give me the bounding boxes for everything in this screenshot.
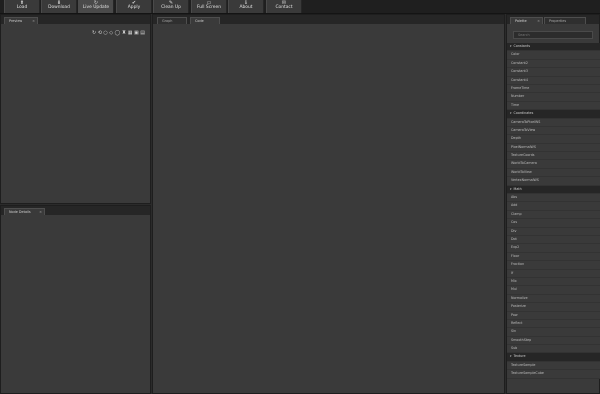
full-screen-button-label: Full Screen — [197, 5, 221, 10]
palette-item[interactable]: Floor — [507, 252, 600, 262]
apply-button-label: Apply — [127, 5, 141, 10]
apply-button[interactable]: ✔ Apply — [116, 0, 152, 13]
palette-item[interactable]: Clamp — [507, 210, 600, 220]
palette-tabbar: Palette × Properties — [507, 15, 599, 24]
palette-category-coordinates[interactable]: ▾ Coordinates — [507, 110, 600, 119]
close-icon[interactable]: × — [39, 209, 42, 215]
palette-item[interactable]: Time — [507, 101, 600, 111]
palette-item[interactable]: Color — [507, 51, 600, 60]
palette-item[interactable]: Abs — [507, 194, 600, 203]
palette-item[interactable]: FrameTime — [507, 84, 600, 94]
preview-toolbar: ↻ ⟲ ○ ◇ ◯ ♜ ▦ ▣ ▤ — [92, 30, 145, 36]
palette-item[interactable]: Constant2 — [507, 59, 600, 69]
tab-node-details-label: Node Details — [9, 210, 31, 214]
tab-graph-label: Graph — [162, 19, 173, 23]
close-icon[interactable]: × — [32, 18, 35, 24]
palette-item[interactable]: Reflect — [507, 319, 600, 329]
palette-item[interactable]: SmoothStep — [507, 336, 600, 346]
category-label: Texture — [513, 354, 526, 359]
palette-item[interactable]: Normalize — [507, 294, 600, 304]
main-toolbar: ⬆ Load ⬇ Download ↻ Live Update ✔ Apply … — [0, 0, 600, 14]
circle-icon[interactable]: ◯ — [115, 30, 121, 36]
palette-item[interactable]: Mul — [507, 286, 600, 295]
tab-code-label: Code — [195, 19, 204, 23]
about-button[interactable]: ℹ About — [228, 0, 264, 13]
palette-item[interactable]: TextureSample — [507, 361, 600, 371]
clean-up-button-label: Clean Up — [161, 5, 181, 10]
palette-item[interactable]: Number — [507, 93, 600, 102]
chevron-down-icon: ▾ — [510, 111, 512, 116]
tab-code[interactable]: Code — [190, 17, 220, 24]
reload-icon[interactable]: ↻ — [92, 30, 96, 36]
folder-icon[interactable]: ▤ — [140, 30, 145, 36]
image-icon[interactable]: ▣ — [134, 30, 139, 36]
palette-item[interactable]: Sub — [507, 345, 600, 354]
palette-item[interactable]: Constant3 — [507, 68, 600, 77]
palette-item[interactable]: Depth — [507, 135, 600, 144]
category-label: Coordinates — [513, 111, 534, 116]
palette-item[interactable]: PixelNormalWS — [507, 143, 600, 153]
tab-palette-label: Palette — [515, 19, 527, 23]
sphere-icon[interactable]: ○ — [103, 30, 107, 36]
tab-preview-label: Preview — [9, 19, 23, 23]
load-button-label: Load — [16, 5, 28, 10]
tab-palette[interactable]: Palette × — [510, 17, 543, 24]
load-button[interactable]: ⬆ Load — [4, 0, 40, 13]
palette-item[interactable]: If — [507, 269, 600, 278]
full-screen-button[interactable]: ▭ Full Screen — [191, 0, 227, 13]
palette-category-math[interactable]: ▾ Math — [507, 185, 600, 195]
palette-item[interactable]: Dot — [507, 235, 600, 245]
clean-up-button[interactable]: ✎ Clean Up — [153, 0, 189, 13]
search-input[interactable]: Search — [513, 31, 593, 39]
node-details-tabbar: Node Details × — [1, 206, 150, 215]
download-button[interactable]: ⬇ Download — [41, 0, 77, 13]
category-label: Constants — [513, 44, 531, 48]
palette-item[interactable]: CameraToView — [507, 126, 600, 136]
rotate-icon[interactable]: ⟲ — [98, 30, 102, 36]
tab-graph[interactable]: Graph — [157, 17, 187, 24]
palette-item[interactable]: WorldToCamera — [507, 160, 600, 169]
palette-node-list: ▾ Constants Color Constant2 Constant3 Constan… — [507, 43, 600, 379]
chevron-down-icon: ▾ — [510, 186, 512, 191]
palette-item[interactable]: TextureCoords — [507, 152, 600, 161]
palette-item[interactable]: Posterize — [507, 303, 600, 312]
palette-item[interactable]: TextureSampleCube — [507, 370, 600, 379]
download-button-label: Download — [48, 5, 70, 10]
palette-item[interactable]: Mix — [507, 277, 600, 287]
cube-icon[interactable]: ◇ — [109, 30, 113, 36]
palette-item[interactable]: Cos — [507, 219, 600, 228]
chevron-down-icon: ▾ — [510, 44, 512, 48]
preview-panel: Preview × — [0, 14, 151, 204]
palette-item[interactable]: Constant4 — [507, 76, 600, 85]
palette-category-texture[interactable]: ▾ Texture — [507, 353, 600, 362]
tab-node-details[interactable]: Node Details × — [4, 208, 45, 215]
contact-button[interactable]: ✉ Contact — [266, 0, 302, 13]
palette-item[interactable]: Fraction — [507, 261, 600, 270]
palette-category-constants[interactable]: ▾ Constants — [507, 43, 600, 52]
teapot-icon[interactable]: ♜ — [122, 30, 126, 36]
contact-button-label: Contact — [275, 5, 293, 10]
palette-item[interactable]: VertexNormalWS — [507, 177, 600, 186]
chevron-down-icon: ▾ — [510, 354, 512, 359]
live-update-button[interactable]: ↻ Live Update — [78, 0, 114, 13]
node-details-panel: Node Details × — [0, 205, 151, 394]
palette-item[interactable]: Div — [507, 227, 600, 236]
preview-tabbar: Preview × — [1, 15, 150, 24]
about-button-label: About — [239, 5, 253, 10]
tab-preview[interactable]: Preview × — [4, 17, 38, 24]
editor-panel: Graph Code — [152, 14, 505, 394]
palette-item[interactable]: CameraToPixelWS — [507, 118, 600, 127]
palette-item[interactable]: WorldToView — [507, 168, 600, 178]
live-update-button-label: Live Update — [82, 5, 110, 10]
category-label: Math — [513, 186, 522, 191]
palette-item[interactable]: Add — [507, 202, 600, 211]
tab-properties-label: Properties — [549, 19, 567, 23]
tab-properties[interactable]: Properties — [544, 17, 586, 24]
grid-icon[interactable]: ▦ — [128, 30, 133, 36]
editor-tabbar: Graph Code — [153, 15, 504, 24]
palette-item[interactable]: Sin — [507, 328, 600, 337]
palette-item[interactable]: Exp2 — [507, 244, 600, 253]
close-icon[interactable]: × — [537, 18, 540, 24]
palette-item[interactable]: Pow — [507, 311, 600, 320]
